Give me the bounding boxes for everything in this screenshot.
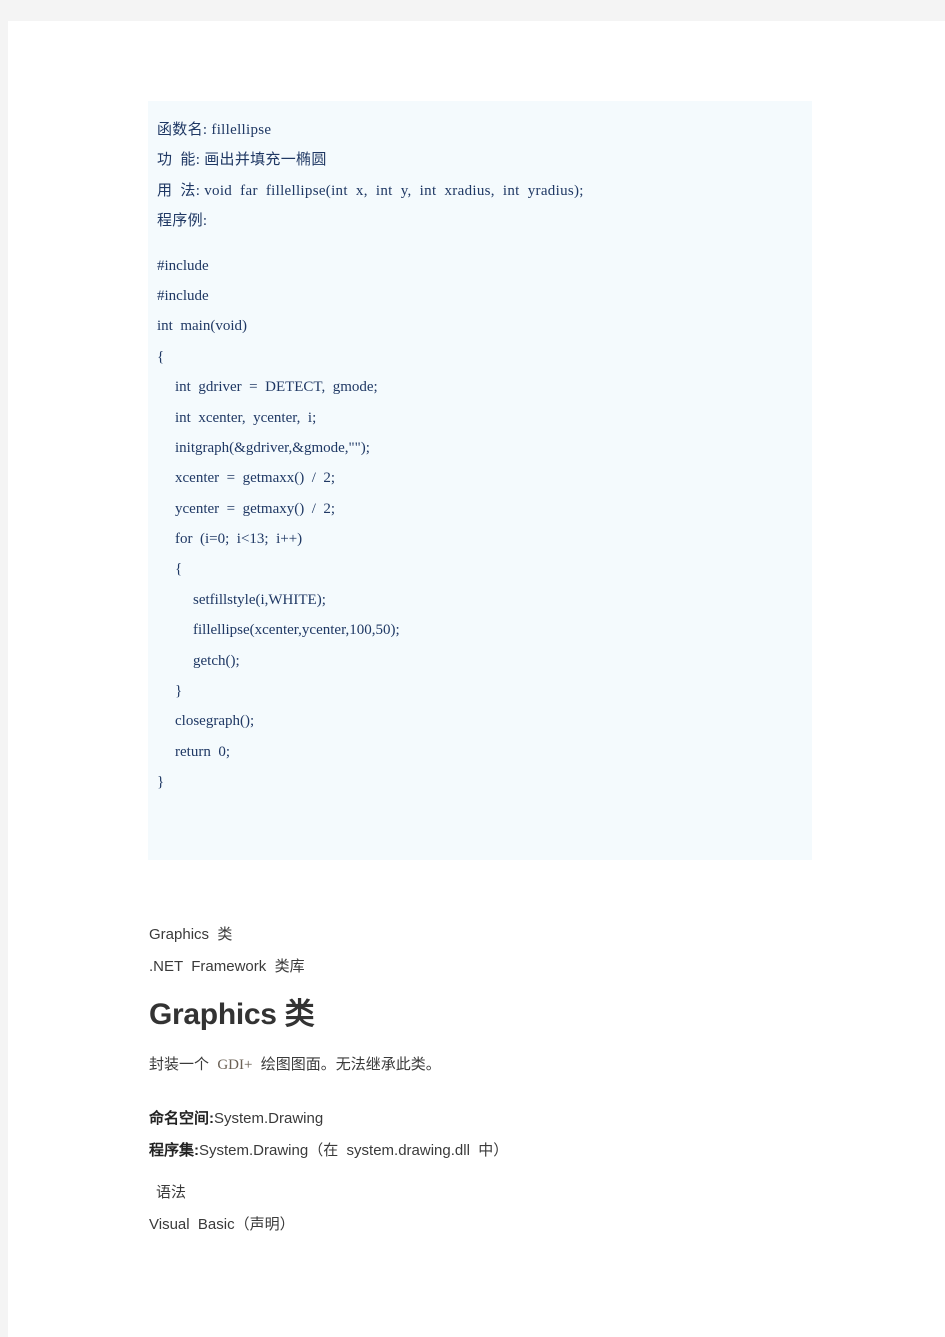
code-line: xcenter = getmaxx() / 2; xyxy=(175,470,336,487)
code-line: return 0; xyxy=(175,743,230,760)
class-summary-inline-code: GDI+ xyxy=(217,1057,253,1073)
namespace-value: System.Drawing xyxy=(214,1110,324,1127)
reference-header-line: 功 能: 画出并填充一椭圆 xyxy=(157,152,327,169)
code-line: } xyxy=(175,683,183,700)
code-line: fillellipse(xcenter,ycenter,100,50); xyxy=(193,622,400,639)
code-line: int xcenter, ycenter, i; xyxy=(175,409,317,426)
class-summary-prefix: 封装一个 xyxy=(149,1056,218,1073)
code-line: setfillstyle(i,WHITE); xyxy=(193,591,326,608)
reference-header-line: 程序例: xyxy=(157,213,208,230)
code-line: for (i=0; i<13; i++) xyxy=(175,531,303,548)
assembly-row: 程序集:System.Drawing（在 system.drawing.dll … xyxy=(149,1135,849,1167)
code-line: initgraph(&gdriver,&gmode,""); xyxy=(175,439,370,456)
code-line: { xyxy=(157,348,165,365)
namespace-row: 命名空间:System.Drawing xyxy=(149,1103,849,1135)
class-summary: 封装一个 GDI+ 绘图图面。无法继承此类。 xyxy=(149,1049,849,1081)
class-summary-suffix: 绘图图面。无法继承此类。 xyxy=(252,1056,441,1073)
code-line: ycenter = getmaxy() / 2; xyxy=(175,500,336,517)
code-line: int gdriver = DETECT, gmode; xyxy=(175,379,378,396)
assembly-value: System.Drawing（在 system.drawing.dll 中） xyxy=(199,1142,509,1159)
documentation-section: Graphics 类 .NET Framework 类库 Graphics 类 … xyxy=(149,919,849,1241)
breadcrumb-library: .NET Framework 类库 xyxy=(149,958,305,975)
code-line: } xyxy=(157,774,165,791)
code-line: { xyxy=(175,561,183,578)
namespace-label: 命名空间: xyxy=(149,1110,214,1127)
reference-header-line: 函数名: fillellipse xyxy=(157,122,272,138)
code-line: #include xyxy=(157,287,209,304)
document-page: 函数名: fillellipse 功 能: 画出并填充一椭圆 用 法: void… xyxy=(8,21,945,1337)
code-line: int main(void) xyxy=(157,318,247,335)
code-line: #include xyxy=(157,257,209,274)
assembly-label: 程序集: xyxy=(149,1142,199,1159)
code-reference-block: 函数名: fillellipse 功 能: 画出并填充一椭圆 用 法: void… xyxy=(148,101,812,860)
code-line: getch(); xyxy=(193,652,240,669)
syntax-section-title: 语法 xyxy=(156,1184,187,1201)
reference-header-line: 用 法: void far fillellipse(int x, int y, … xyxy=(157,182,584,199)
code-line: closegraph(); xyxy=(175,713,255,730)
syntax-language-label: Visual Basic（声明） xyxy=(149,1216,295,1233)
page-title: Graphics 类 xyxy=(149,998,315,1031)
breadcrumb-class: Graphics 类 xyxy=(149,926,233,943)
